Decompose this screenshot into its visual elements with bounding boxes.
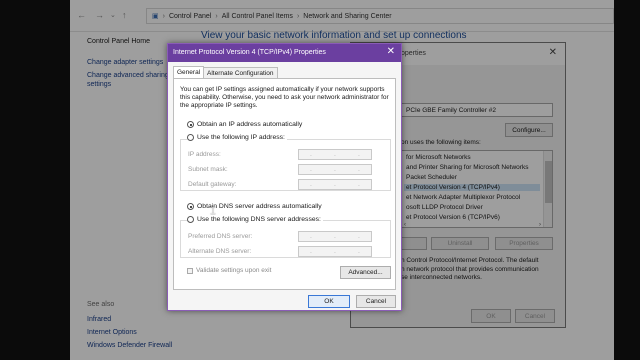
general-panel: You can get IP settings assigned automat… xyxy=(173,78,396,290)
items-list[interactable]: for Microsoft Networks and Printer Shari… xyxy=(401,150,553,228)
sidebar-item-adapter-settings[interactable]: Change adapter settings xyxy=(87,59,163,66)
breadcrumb-control-panel[interactable]: Control Panel xyxy=(169,13,211,20)
validate-label: Validate settings upon exit xyxy=(196,267,272,274)
mouse-cursor-icon: ⌶ xyxy=(210,206,216,217)
checkbox-unchecked-icon xyxy=(187,267,193,274)
ip-address-field[interactable]: ... xyxy=(298,149,372,160)
letterbox-right xyxy=(614,0,640,360)
see-also-firewall[interactable]: Windows Defender Firewall xyxy=(87,342,172,349)
subnet-mask-label: Subnet mask: xyxy=(188,166,228,173)
breadcrumb-separator-icon: › xyxy=(296,12,300,20)
list-scrollbar[interactable] xyxy=(543,151,552,227)
ip-manual-label: Use the following IP address: xyxy=(197,134,285,141)
uninstall-button[interactable]: Uninstall xyxy=(431,237,489,250)
up-arrow-icon[interactable]: ↑ xyxy=(122,10,127,20)
default-gateway-field[interactable]: ... xyxy=(298,179,372,190)
sidebar-item-advanced-sharing-cont[interactable]: settings xyxy=(87,81,111,88)
scroll-right-icon[interactable]: › xyxy=(539,222,541,228)
radio-unselected-icon xyxy=(187,216,194,223)
breadcrumb-separator-icon: › xyxy=(215,12,218,20)
address-bar[interactable]: ▣ › Control Panel › All Control Panel It… xyxy=(146,8,614,24)
ipv4-title-bar[interactable]: Internet Protocol Version 4 (TCP/IPv4) P… xyxy=(168,44,401,62)
intro-text: You can get IP settings assigned automat… xyxy=(180,86,389,109)
adapter-name-field: PCIe GBE Family Controller #2 xyxy=(401,103,553,117)
radio-selected-icon xyxy=(187,121,194,128)
sidebar-item-home[interactable]: Control Panel Home xyxy=(87,38,150,45)
breadcrumb-root-icon: ▣ xyxy=(152,13,159,20)
ip-manual-radio[interactable]: Use the following IP address: xyxy=(187,134,287,141)
ipv4-dialog-title: Internet Protocol Version 4 (TCP/IPv4) P… xyxy=(173,49,326,56)
ip-auto-radio[interactable]: Obtain an IP address automatically xyxy=(187,121,302,128)
list-item[interactable]: et Network Adapter Multiplexor Protocol xyxy=(406,194,520,201)
forward-arrow-icon[interactable]: → xyxy=(95,10,104,20)
close-icon[interactable]: ✕ xyxy=(549,47,557,58)
ip-address-label: IP address: xyxy=(188,151,221,158)
chevron-down-icon[interactable]: ⌄ xyxy=(110,11,116,19)
preferred-dns-field[interactable]: ... xyxy=(298,231,372,242)
list-item[interactable]: osoft LLDP Protocol Driver xyxy=(406,204,483,211)
dns-auto-radio[interactable]: Obtain DNS server address automatically xyxy=(187,203,322,210)
default-gateway-label: Default gateway: xyxy=(188,181,237,188)
dns-manual-radio[interactable]: Use the following DNS server addresses: xyxy=(187,216,323,223)
page-title: View your basic network information and … xyxy=(201,30,467,41)
subnet-mask-field[interactable]: ... xyxy=(298,164,372,175)
preferred-dns-label: Preferred DNS server: xyxy=(188,233,253,240)
back-arrow-icon[interactable]: ← xyxy=(77,10,86,20)
scroll-left-icon[interactable]: ‹ xyxy=(404,222,406,228)
description-text: n Control Protocol/Internet Protocol. Th… xyxy=(401,257,539,281)
letterbox-left xyxy=(0,0,70,360)
configure-button[interactable]: Configure... xyxy=(505,123,553,137)
list-item-selected[interactable]: et Protocol Version 4 (TCP/IPv4) xyxy=(404,184,540,191)
see-also-internet-options[interactable]: Internet Options xyxy=(87,329,137,336)
sidebar: Control Panel Home Change adapter settin… xyxy=(70,32,180,360)
address-bar-row: ← → ⌄ ↑ ▣ › Control Panel › All Control … xyxy=(70,0,614,32)
sidebar-item-advanced-sharing[interactable]: Change advanced sharing xyxy=(87,72,169,79)
close-icon[interactable]: ✕ xyxy=(387,46,395,57)
ethernet-title: operties xyxy=(401,50,426,57)
breadcrumb-all-items[interactable]: All Control Panel Items xyxy=(222,13,293,20)
list-item[interactable]: and Printer Sharing for Microsoft Networ… xyxy=(406,164,528,171)
see-also-infrared[interactable]: Infrared xyxy=(87,316,111,323)
scrollbar-thumb[interactable] xyxy=(545,161,552,203)
list-item[interactable]: et Protocol Version 6 (TCP/IPv6) xyxy=(406,214,500,221)
dns-server-group: Preferred DNS server: ... Alternate DNS … xyxy=(180,220,391,258)
ipv4-properties-dialog: Internet Protocol Version 4 (TCP/IPv4) P… xyxy=(167,43,402,311)
list-item[interactable]: for Microsoft Networks xyxy=(406,154,471,161)
ok-button[interactable]: OK xyxy=(308,295,350,308)
see-also-heading: See also xyxy=(87,301,115,308)
radio-selected-icon xyxy=(187,203,194,210)
dns-manual-label: Use the following DNS server addresses: xyxy=(197,216,321,223)
ip-auto-label: Obtain an IP address automatically xyxy=(197,121,303,128)
ethernet-ok-button[interactable]: OK xyxy=(471,309,511,323)
ip-address-group: IP address: ... Subnet mask: ... Default… xyxy=(180,139,391,191)
cancel-button[interactable]: Cancel xyxy=(356,295,396,308)
alternate-dns-label: Alternate DNS server: xyxy=(188,248,252,255)
alternate-dns-field[interactable]: ... xyxy=(298,246,372,257)
list-item[interactable]: Packet Scheduler xyxy=(406,174,457,181)
radio-unselected-icon xyxy=(187,134,194,141)
properties-button[interactable]: Properties xyxy=(495,237,553,250)
validate-checkbox[interactable]: Validate settings upon exit xyxy=(187,267,271,274)
ethernet-cancel-button[interactable]: Cancel xyxy=(515,309,555,323)
breadcrumb-network-sharing[interactable]: Network and Sharing Center xyxy=(303,13,391,20)
advanced-button[interactable]: Advanced... xyxy=(340,266,391,279)
breadcrumb-separator-icon: › xyxy=(162,12,165,20)
items-label: on uses the following items: xyxy=(401,139,481,146)
